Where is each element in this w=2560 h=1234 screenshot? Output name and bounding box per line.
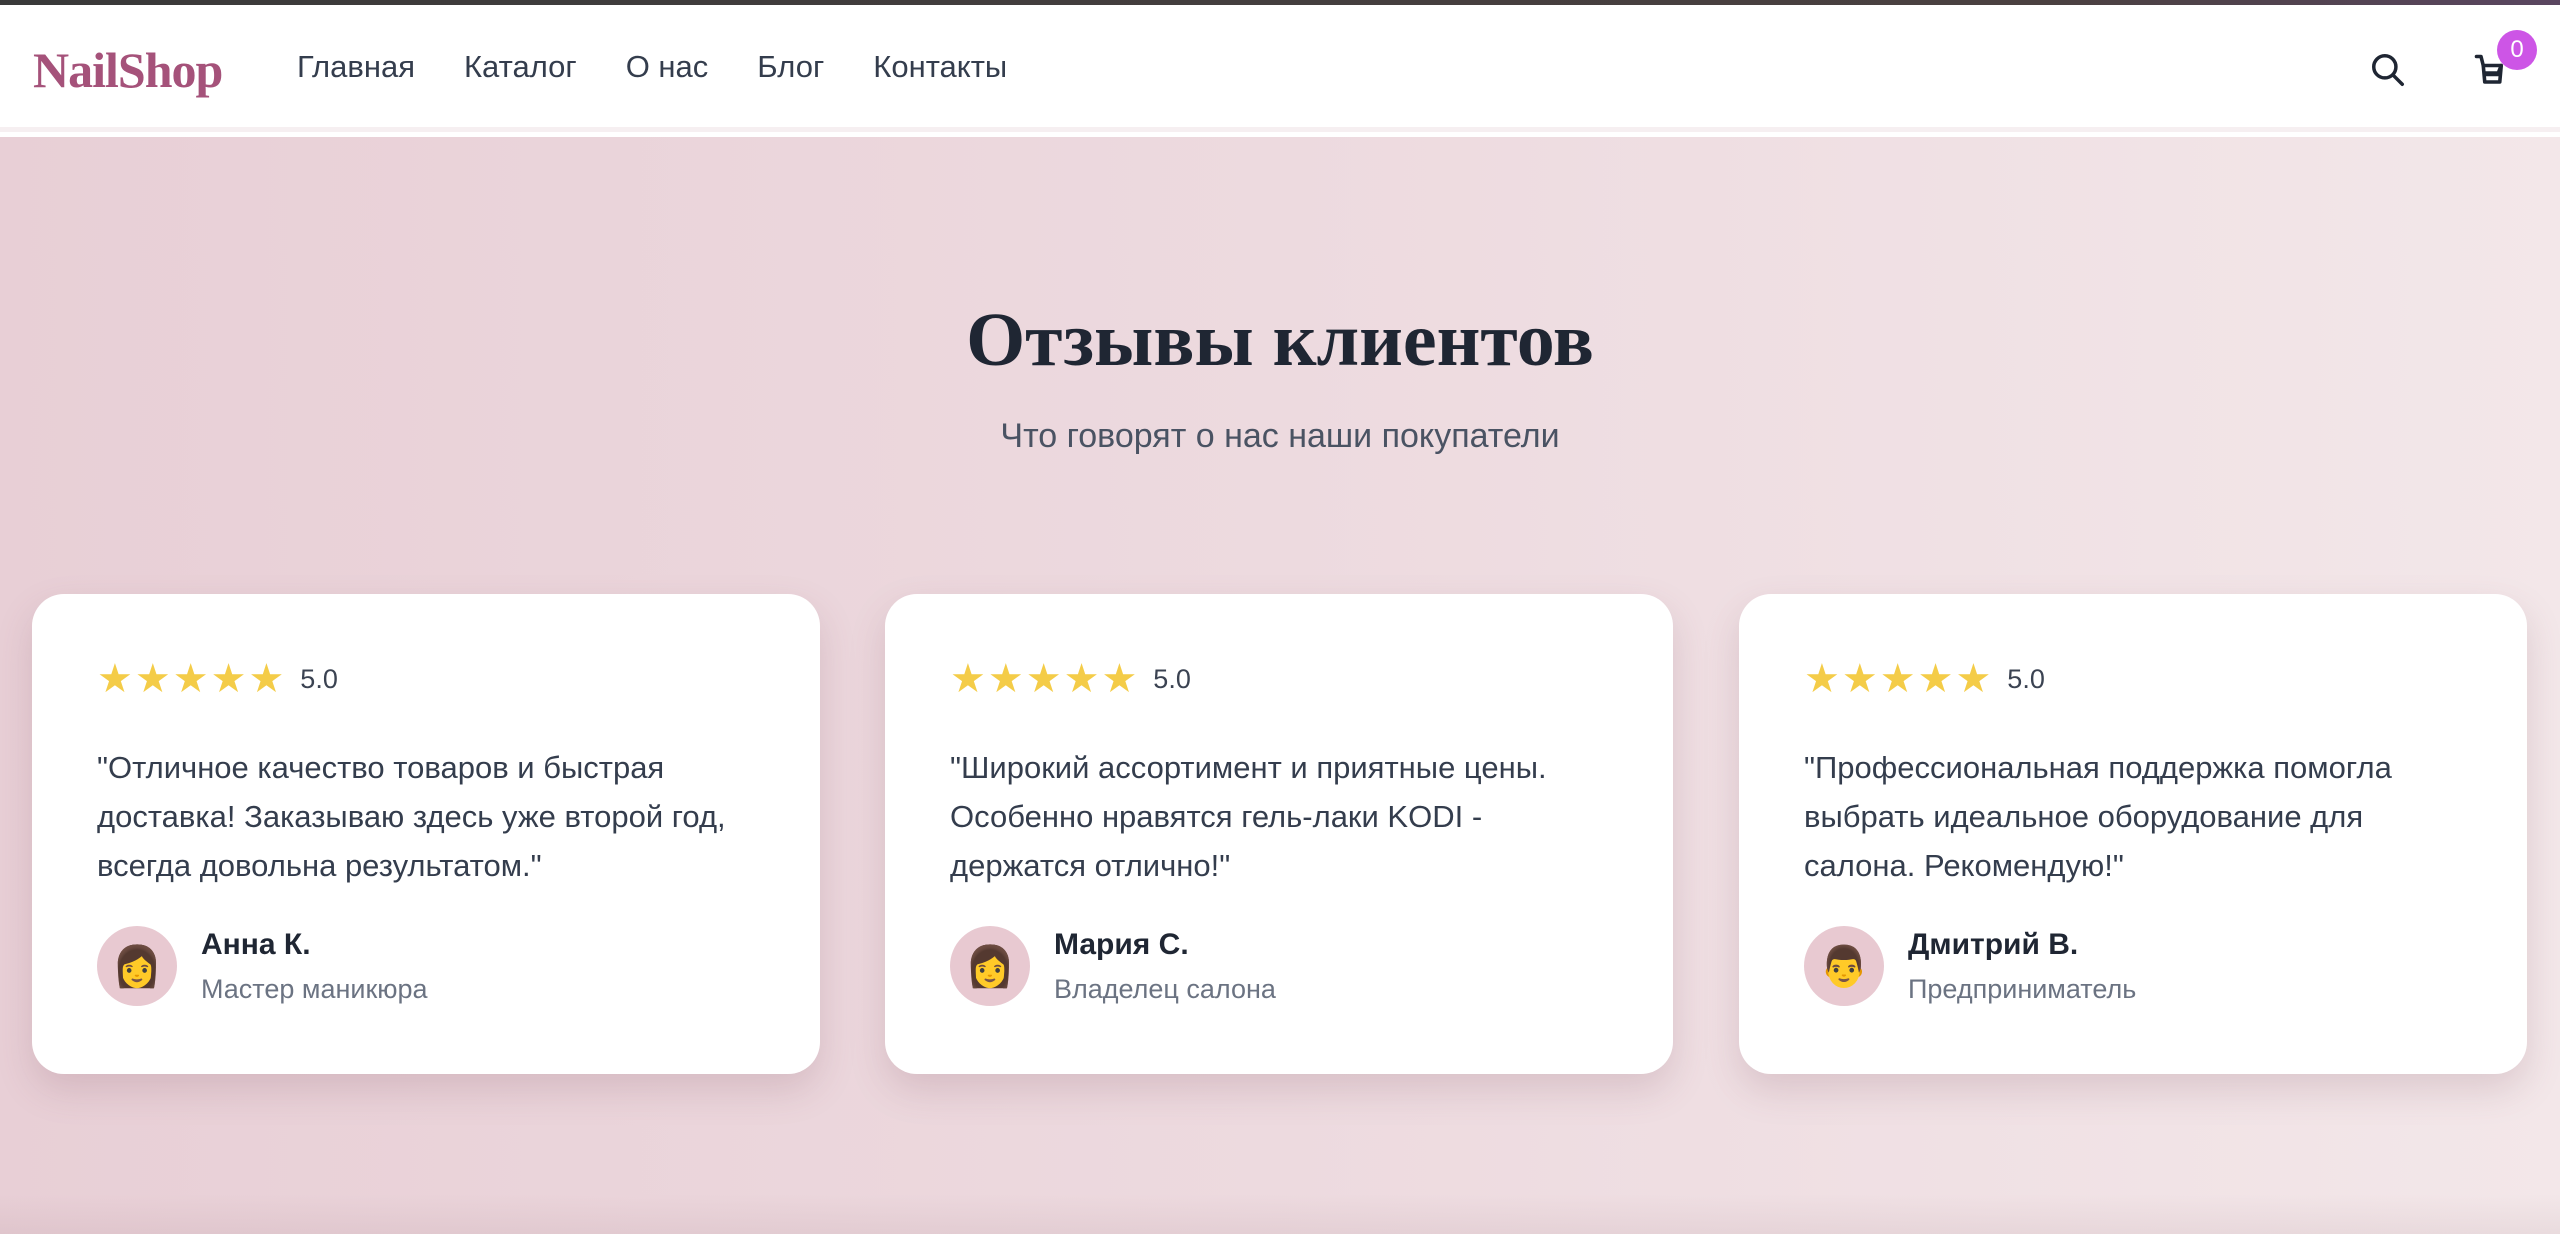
rating: ★ ★ ★ ★ ★ 5.0 <box>1804 659 2462 699</box>
star-rating: ★ ★ ★ ★ ★ <box>1804 659 1991 699</box>
author-role: Мастер маникюра <box>201 973 428 1004</box>
review-text: "Отличное качество товаров и быстрая дос… <box>97 750 726 883</box>
star-icon: ★ <box>1025 657 1062 701</box>
rating-score: 5.0 <box>2007 663 2045 694</box>
author-role: Владелец салона <box>1054 973 1276 1004</box>
nav-contacts[interactable]: Контакты <box>873 49 1007 85</box>
review-author: 👩 Анна К. Мастер маникюра <box>97 926 428 1006</box>
rating: ★ ★ ★ ★ ★ 5.0 <box>950 659 1608 699</box>
avatar: 👩 <box>97 926 177 1006</box>
nav-about[interactable]: О нас <box>626 49 709 85</box>
star-icon: ★ <box>248 657 285 701</box>
review-text: "Профессиональная поддержка помогла выбр… <box>1804 750 2392 883</box>
star-icon: ★ <box>1917 657 1954 701</box>
search-icon <box>2372 54 2404 86</box>
review-card: ★ ★ ★ ★ ★ 5.0 "Широкий ассортимент и приятны… <box>885 594 1673 1074</box>
star-icon: ★ <box>210 657 247 701</box>
star-icon: ★ <box>134 657 171 701</box>
star-icon: ★ <box>1841 657 1878 701</box>
author-name: Дмитрий В. <box>1908 927 2079 961</box>
site-header: NailShop Главная Каталог О нас Блог Конт… <box>0 5 2560 132</box>
rating: ★ ★ ★ ★ ★ 5.0 <box>97 659 755 699</box>
star-rating: ★ ★ ★ ★ ★ <box>97 659 284 699</box>
review-text: "Широкий ассортимент и приятные цены. Ос… <box>950 750 1547 883</box>
star-icon: ★ <box>172 657 209 701</box>
star-icon: ★ <box>987 657 1024 701</box>
nav-blog[interactable]: Блог <box>757 49 824 85</box>
rating-score: 5.0 <box>300 663 338 694</box>
section-bottom-shadow <box>0 1194 2560 1234</box>
review-card: ★ ★ ★ ★ ★ 5.0 "Отличное качество товаров и б… <box>32 594 820 1074</box>
star-icon: ★ <box>97 657 133 701</box>
section-title: Отзывы клиентов <box>966 298 1594 382</box>
author-role: Предприниматель <box>1908 973 2137 1004</box>
author-name: Анна К. <box>201 927 311 961</box>
avatar: 👨 <box>1804 926 1884 1006</box>
cart-count-badge: 0 <box>2497 30 2537 70</box>
review-author: 👨 Дмитрий В. Предприниматель <box>1804 926 2136 1006</box>
avatar: 👩 <box>950 926 1030 1006</box>
star-icon: ★ <box>1804 657 1840 701</box>
nav-home[interactable]: Главная <box>297 49 415 85</box>
reviews-section: Отзывы клиентов Что говорят о нас наши п… <box>0 137 2560 1234</box>
section-subtitle: Что говорят о нас наши покупатели <box>1000 417 1560 455</box>
star-icon: ★ <box>1101 657 1138 701</box>
search-button[interactable] <box>2363 45 2413 95</box>
logo[interactable]: NailShop <box>33 41 223 99</box>
star-icon: ★ <box>1063 657 1100 701</box>
star-icon: ★ <box>1955 657 1992 701</box>
star-rating: ★ ★ ★ ★ ★ <box>950 659 1137 699</box>
nav-catalog[interactable]: Каталог <box>464 49 577 85</box>
author-name: Мария С. <box>1054 927 1189 961</box>
star-icon: ★ <box>950 657 986 701</box>
main-nav: Главная Каталог О нас Блог Контакты <box>297 49 1007 85</box>
rating-score: 5.0 <box>1153 663 1191 694</box>
review-author: 👩 Мария С. Владелец салона <box>950 926 1276 1006</box>
star-icon: ★ <box>1879 657 1916 701</box>
review-card: ★ ★ ★ ★ ★ 5.0 "Профессиональная поддержка по… <box>1739 594 2527 1074</box>
